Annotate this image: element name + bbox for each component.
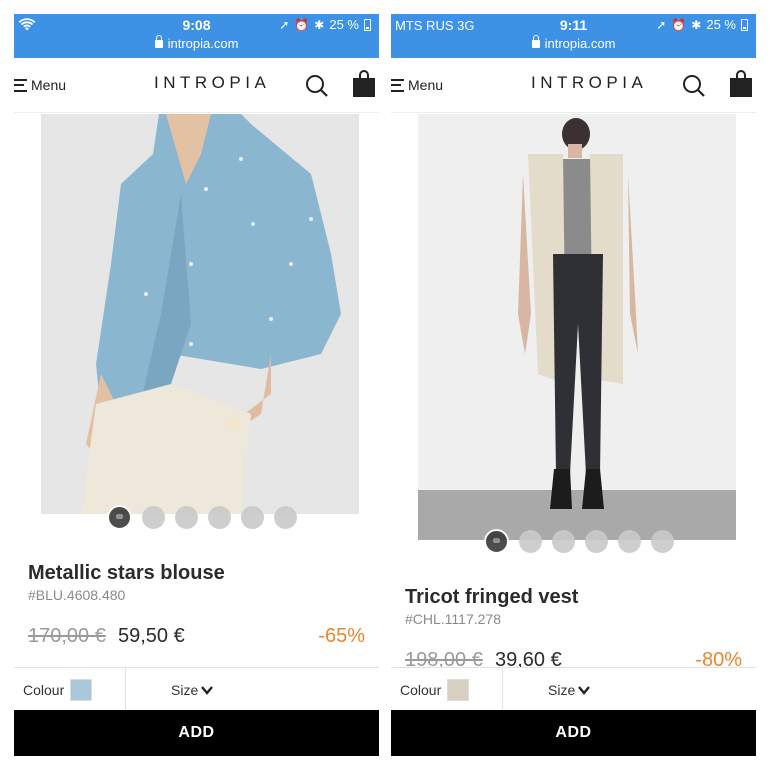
status-bar: MTS RUS 3G 9:11 intropia.com ➚ ⏰ ✱ 25 % [391, 14, 756, 58]
product-photo[interactable] [418, 114, 736, 540]
battery-percent: 25 % [706, 17, 736, 32]
site-logo[interactable]: INTROPIA [154, 73, 270, 93]
menu-label: Menu [408, 77, 444, 93]
gallery-dot[interactable] [618, 530, 641, 553]
lock-icon [154, 35, 163, 48]
phone-screen-vest: MTS RUS 3G 9:11 intropia.com ➚ ⏰ ✱ 25 % … [391, 14, 756, 756]
price-row: 198,00 € 39,60 € -80% [405, 649, 742, 667]
colour-selector[interactable]: Colour [391, 668, 503, 711]
site-header: Menu INTROPIA [391, 58, 756, 113]
discount-badge: -65% [318, 625, 365, 647]
search-icon[interactable] [682, 74, 706, 98]
gallery-dot[interactable] [274, 506, 297, 529]
product-photo[interactable] [41, 114, 359, 514]
status-bar: 9:08 intropia.com ➚ ⏰ ✱ 25 % [14, 14, 379, 58]
original-price: 170,00 € [28, 625, 106, 647]
product-name: Metallic stars blouse [28, 562, 225, 584]
price-row: 170,00 € 59,50 € -65% [28, 625, 365, 651]
url-text: intropia.com [167, 36, 239, 51]
gallery-dot[interactable] [484, 529, 509, 554]
add-to-cart-button[interactable]: ADD [391, 710, 756, 756]
vest-photo-illustration [418, 114, 736, 540]
menu-button[interactable]: Menu [14, 75, 66, 95]
size-label: Size [171, 681, 199, 698]
size-label: Size [548, 681, 576, 698]
product-options-bar: Colour Size [391, 667, 756, 711]
gallery-dot[interactable] [208, 506, 231, 529]
sale-price: 39,60 € [495, 649, 562, 667]
colour-label: Colour [400, 681, 442, 698]
product-name: Tricot fringed vest [405, 586, 579, 608]
status-right: ➚ ⏰ ✱ 25 % [279, 17, 371, 32]
address-bar[interactable]: intropia.com [14, 35, 379, 51]
gallery-dot[interactable] [519, 530, 542, 553]
address-bar[interactable]: intropia.com [391, 35, 756, 51]
battery-percent: 25 % [329, 17, 359, 32]
alarm-icon: ⏰ [671, 17, 687, 32]
blouse-photo-illustration [41, 114, 359, 514]
shopping-bag-icon[interactable] [729, 70, 753, 98]
product-gallery[interactable] [391, 114, 756, 554]
menu-button[interactable]: Menu [391, 75, 443, 95]
size-selector[interactable]: Size [548, 668, 591, 711]
original-price: 198,00 € [405, 649, 483, 667]
gallery-dot[interactable] [107, 505, 132, 530]
colour-selector[interactable]: Colour [14, 668, 126, 711]
product-options-bar: Colour Size [14, 667, 379, 711]
image-pagination [107, 505, 297, 530]
chevron-down-icon [578, 685, 591, 695]
menu-label: Menu [31, 77, 67, 93]
add-to-cart-button[interactable]: ADD [14, 710, 379, 756]
bluetooth-icon: ✱ [691, 17, 702, 32]
menu-icon [391, 78, 404, 92]
shopping-bag-icon[interactable] [352, 70, 376, 98]
battery-icon [741, 18, 748, 31]
colour-swatch[interactable] [70, 678, 93, 701]
gallery-dot[interactable] [552, 530, 575, 553]
colour-label: Colour [23, 681, 65, 698]
alarm-icon: ⏰ [294, 17, 310, 32]
sale-price: 59,50 € [118, 625, 185, 647]
gallery-dot[interactable] [585, 530, 608, 553]
image-pagination [484, 529, 674, 554]
product-gallery[interactable] [14, 114, 379, 544]
size-selector[interactable]: Size [171, 668, 214, 711]
chevron-down-icon [201, 685, 214, 695]
product-sku: #BLU.4608.480 [28, 587, 126, 603]
url-text: intropia.com [544, 36, 616, 51]
product-sku: #CHL.1117.278 [405, 611, 501, 627]
colour-swatch[interactable] [447, 678, 470, 701]
gallery-dot[interactable] [175, 506, 198, 529]
location-icon: ➚ [279, 17, 290, 32]
status-right: ➚ ⏰ ✱ 25 % [656, 17, 748, 32]
site-header: Menu INTROPIA [14, 58, 379, 113]
battery-icon [364, 18, 371, 31]
discount-badge: -80% [695, 649, 742, 667]
menu-icon [14, 78, 27, 92]
site-logo[interactable]: INTROPIA [531, 73, 647, 93]
phone-screen-blouse: 9:08 intropia.com ➚ ⏰ ✱ 25 % Menu INTROP… [14, 14, 379, 756]
bluetooth-icon: ✱ [314, 17, 325, 32]
search-icon[interactable] [305, 74, 329, 98]
lock-icon [531, 35, 540, 48]
location-icon: ➚ [656, 17, 667, 32]
gallery-dot[interactable] [142, 506, 165, 529]
gallery-dot[interactable] [651, 530, 674, 553]
gallery-dot[interactable] [241, 506, 264, 529]
